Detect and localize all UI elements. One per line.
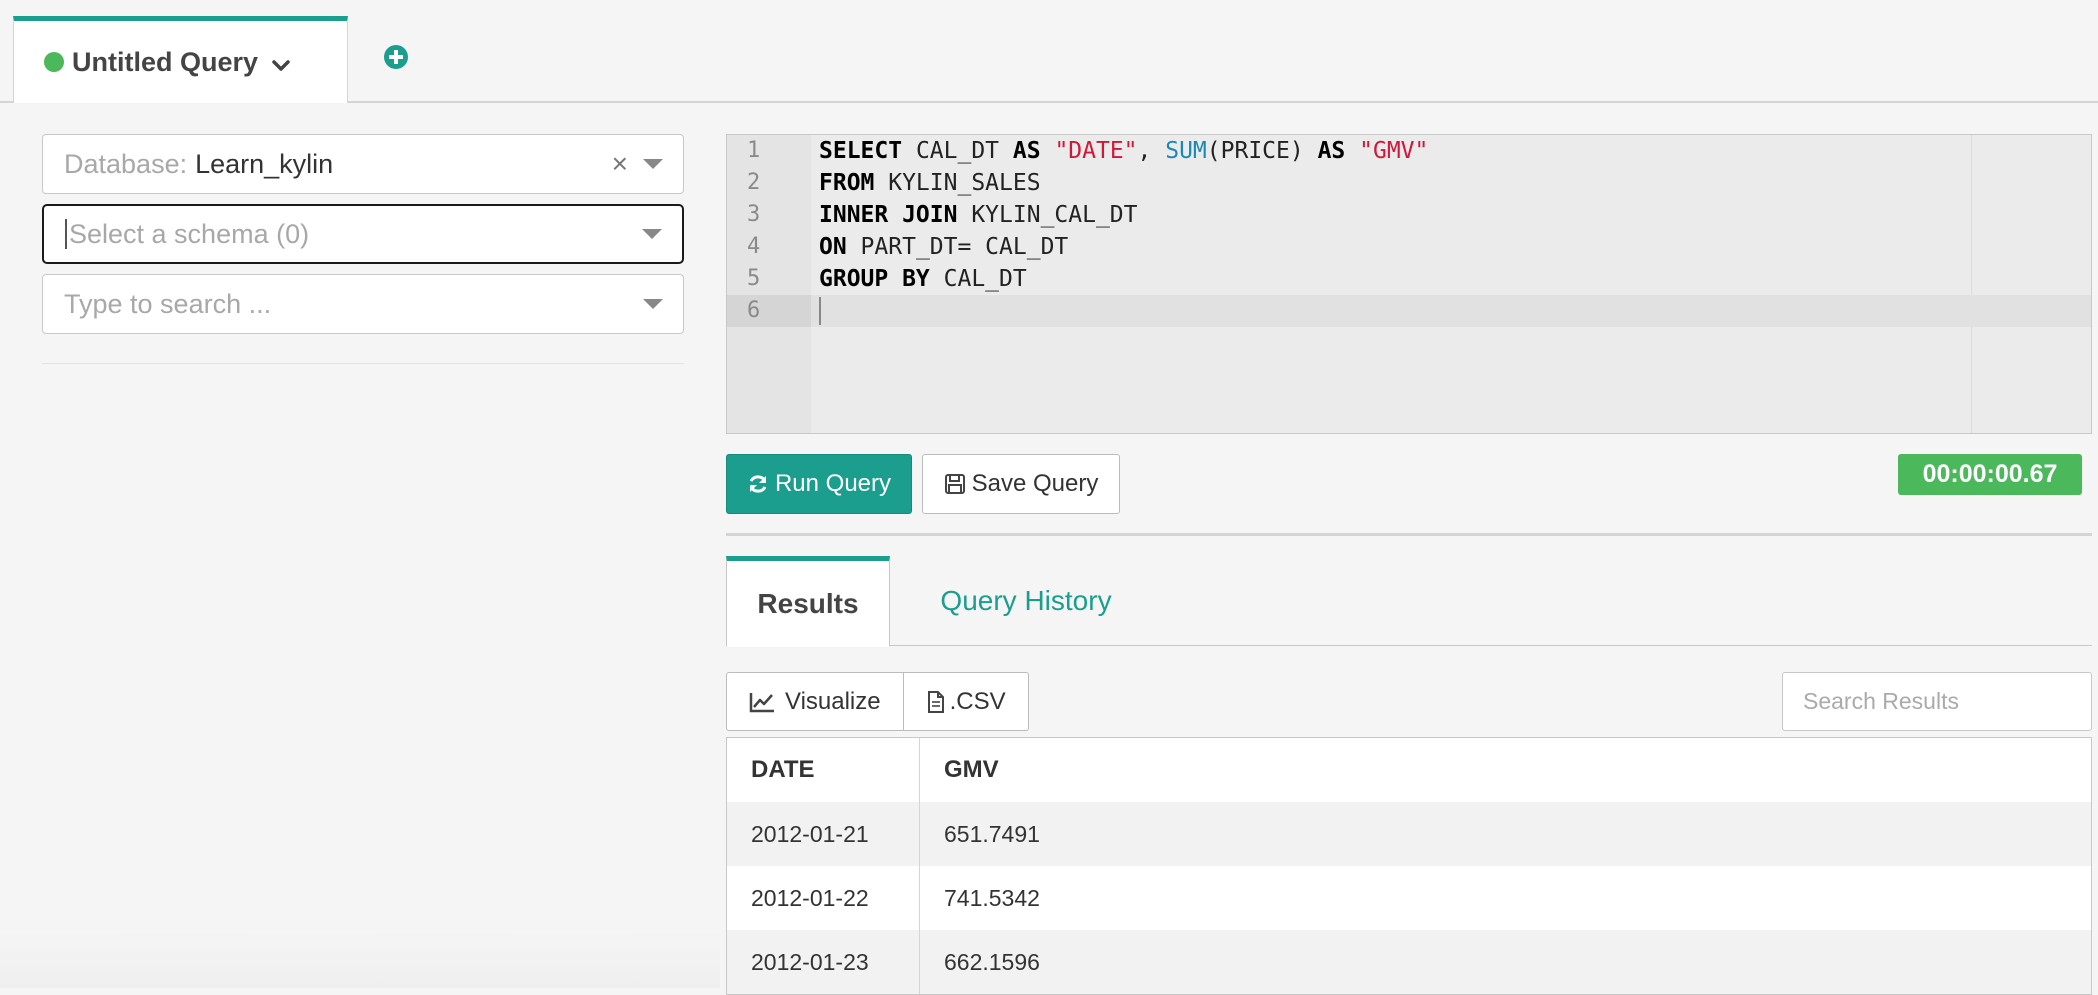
database-select[interactable]: Database: Learn_kylin × (42, 134, 684, 194)
save-query-button[interactable]: Save Query (922, 454, 1120, 514)
line-number: 4 (747, 234, 761, 259)
keyword: INNER JOIN (819, 202, 958, 228)
floppy-disk-icon (944, 474, 965, 494)
caret-down-icon[interactable] (643, 299, 663, 309)
identifier: KYLIN_CAL_DT (957, 202, 1138, 228)
table-search-select[interactable]: Type to search ... (42, 274, 684, 334)
code-text (819, 297, 821, 325)
table-row: 2012-01-22 741.5342 (727, 866, 2091, 930)
line-number: 6 (727, 295, 811, 327)
table-cell: 662.1596 (944, 948, 1040, 975)
code-line-active: 6 (727, 295, 2091, 327)
query-tab-bar: Untitled Query (0, 0, 2098, 103)
code-text: INNER JOIN KYLIN_CAL_DT (819, 202, 1138, 228)
table-cell: 2012-01-21 (727, 802, 920, 866)
elapsed-time-badge: 00:00:00.67 (1898, 454, 2082, 495)
code-text: FROM KYLIN_SALES (819, 170, 1041, 196)
text-cursor (65, 219, 67, 249)
keyword: GROUP BY (819, 266, 930, 292)
line-number: 2 (747, 170, 761, 195)
csv-label: .CSV (949, 687, 1006, 715)
table-cell: 2012-01-23 (727, 930, 920, 994)
function-name: SUM (1165, 138, 1207, 164)
chevron-down-icon[interactable] (270, 54, 292, 76)
query-tab-title: Untitled Query (72, 46, 259, 77)
string-literal: "GMV" (1359, 138, 1429, 164)
search-results-input[interactable] (1782, 672, 2092, 731)
table-search-placeholder: Type to search ... (64, 288, 272, 319)
editor-caret (819, 297, 821, 325)
identifier: (PRICE) (1206, 138, 1318, 164)
sql-editor[interactable]: 1 SELECT CAL_DT AS "DATE", SUM(PRICE) AS… (726, 134, 2092, 434)
tab-results[interactable]: Results (726, 556, 890, 647)
code-line: 4 ON PART_DT= CAL_DT (727, 231, 2091, 263)
identifier: CAL_DT (929, 266, 1027, 292)
bottom-fade (0, 930, 720, 988)
divider (726, 533, 2092, 536)
code-line: 5 GROUP BY CAL_DT (727, 263, 2091, 295)
export-button-group: Visualize .CSV (726, 672, 1029, 731)
column-header-gmv[interactable]: GMV (920, 738, 2091, 802)
identifier: CAL_DT (902, 138, 1013, 164)
code-text: SELECT CAL_DT AS "DATE", SUM(PRICE) AS "… (819, 138, 1428, 164)
schema-select[interactable]: Select a schema (0) (42, 204, 684, 264)
database-label: Database: (64, 148, 188, 179)
query-tab-untitled[interactable]: Untitled Query (13, 16, 348, 103)
status-dot (44, 52, 64, 72)
punctuation: , (1137, 138, 1166, 164)
divider (42, 363, 684, 364)
caret-down-icon[interactable] (642, 229, 662, 239)
line-number: 5 (747, 266, 761, 291)
keyword: AS (1317, 138, 1346, 164)
results-table: DATE GMV 2012-01-21 651.7491 2012-01-22 … (726, 737, 2092, 995)
visualize-button[interactable]: Visualize (727, 673, 903, 730)
refresh-icon (749, 475, 767, 493)
column-header-date[interactable]: DATE (727, 738, 920, 802)
code-line: 2 FROM KYLIN_SALES (727, 167, 2091, 199)
code-line: 3 INNER JOIN KYLIN_CAL_DT (727, 199, 2091, 231)
identifier: KYLIN_SALES (874, 170, 1041, 196)
clear-icon[interactable]: × (612, 148, 628, 180)
line-chart-icon (749, 692, 774, 712)
database-value: Learn_kylin (195, 148, 334, 179)
csv-export-button[interactable]: .CSV (902, 673, 1028, 730)
results-tab-bar: Results Query History (726, 556, 2092, 647)
run-query-label: Run Query (774, 470, 892, 497)
caret-down-icon[interactable] (643, 159, 663, 169)
table-header-row: DATE GMV (727, 738, 2091, 802)
run-query-button[interactable]: Run Query (726, 454, 912, 514)
keyword: SELECT (819, 138, 903, 164)
table-row: 2012-01-23 662.1596 (727, 930, 2091, 994)
line-number: 3 (747, 202, 761, 227)
table-row: 2012-01-21 651.7491 (727, 802, 2091, 866)
identifier: PART_DT= CAL_DT (846, 234, 1069, 260)
line-number: 1 (747, 138, 761, 163)
tab-query-history[interactable]: Query History (926, 556, 1126, 646)
file-icon (927, 690, 944, 713)
string-literal: "DATE" (1054, 138, 1138, 164)
code-line: 1 SELECT CAL_DT AS "DATE", SUM(PRICE) AS… (727, 135, 2091, 167)
schema-browser: Database: Learn_kylin × Select a schema … (42, 134, 684, 344)
schema-placeholder: Select a schema (0) (69, 218, 310, 249)
save-query-label: Save Query (971, 470, 1099, 497)
keyword: FROM (819, 170, 875, 196)
keyword: AS (1012, 138, 1041, 164)
keyword: ON (819, 234, 847, 260)
table-cell: 2012-01-22 (727, 866, 920, 930)
table-cell: 651.7491 (944, 820, 1040, 847)
table-cell: 741.5342 (944, 884, 1040, 911)
add-query-tab-icon[interactable] (383, 44, 409, 70)
code-text: GROUP BY CAL_DT (819, 266, 1027, 292)
code-text: ON PART_DT= CAL_DT (819, 234, 1068, 260)
visualize-label: Visualize (785, 687, 881, 715)
